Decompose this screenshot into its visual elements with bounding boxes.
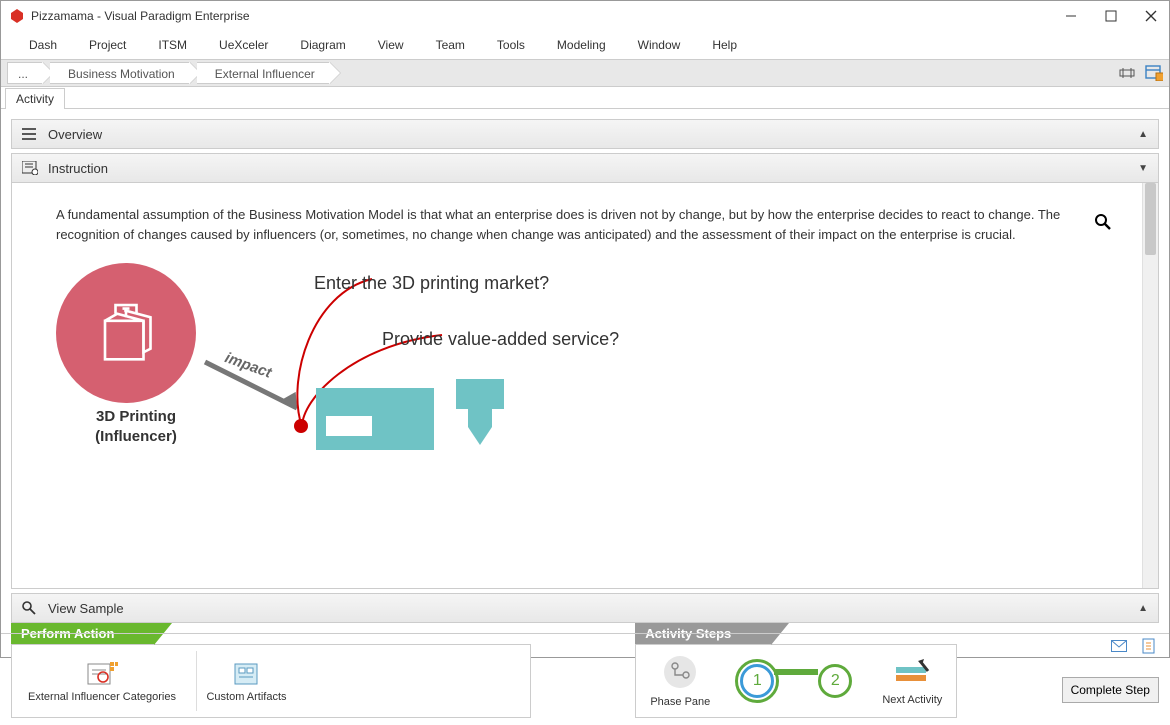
funnel-icon xyxy=(456,379,504,449)
menu-project[interactable]: Project xyxy=(73,34,142,56)
steps-icons: 1 2 xyxy=(732,664,860,698)
menubar: Dash Project ITSM UeXceler Diagram View … xyxy=(1,31,1169,59)
instruction-icon xyxy=(22,161,40,175)
statusbar xyxy=(1,633,1169,657)
menu-itsm[interactable]: ITSM xyxy=(142,34,203,56)
instruction-diagram: 3D Printing (Influencer) impact Enter th… xyxy=(56,263,1098,463)
collapse-arrow-icon: ▲ xyxy=(1138,603,1148,614)
search-icon xyxy=(22,601,40,615)
magnify-icon[interactable] xyxy=(1094,213,1112,236)
content-area: Overview ▲ Instruction ▼ A fundamental a… xyxy=(1,109,1169,623)
collapse-arrow-icon: ▲ xyxy=(1138,129,1148,140)
tab-row: Activity xyxy=(1,87,1169,109)
action-external-influencer-categories[interactable]: External Influencer Categories xyxy=(22,660,182,703)
menu-uexceler[interactable]: UeXceler xyxy=(203,34,284,56)
step-1-button[interactable]: 1 xyxy=(740,664,774,698)
minimize-button[interactable] xyxy=(1061,6,1081,26)
instruction-text: A fundamental assumption of the Business… xyxy=(56,205,1098,245)
app-logo-icon xyxy=(9,8,25,24)
maximize-button[interactable] xyxy=(1101,6,1121,26)
close-button[interactable] xyxy=(1141,6,1161,26)
next-activity-button[interactable]: Next Activity xyxy=(874,657,950,706)
phase-pane-label: Phase Pane xyxy=(650,696,710,708)
scrollbar-thumb[interactable] xyxy=(1145,183,1156,255)
complete-step-button[interactable]: Complete Step xyxy=(1062,677,1159,703)
menu-team[interactable]: Team xyxy=(420,34,481,56)
action-label-1: External Influencer Categories xyxy=(28,691,176,703)
menu-dash[interactable]: Dash xyxy=(13,34,73,56)
phase-pane-icon xyxy=(662,655,698,692)
categories-icon xyxy=(86,660,118,688)
breadcrumb-bar: ... Business Motivation External Influen… xyxy=(1,59,1169,87)
question-2: Provide value-added service? xyxy=(382,329,619,350)
tool-icon-1[interactable] xyxy=(1119,64,1137,82)
breadcrumb-root[interactable]: ... xyxy=(7,62,42,84)
mail-icon[interactable] xyxy=(1111,638,1127,654)
menu-view[interactable]: View xyxy=(362,34,420,56)
action-custom-artifacts[interactable]: Custom Artifacts xyxy=(196,651,296,711)
hamburger-icon xyxy=(22,128,40,140)
next-activity-label: Next Activity xyxy=(882,694,942,706)
breadcrumb-external-influencer[interactable]: External Influencer xyxy=(197,62,329,84)
next-activity-icon xyxy=(892,657,932,690)
breadcrumb-business-motivation[interactable]: Business Motivation xyxy=(50,62,189,84)
panel-view-sample-header[interactable]: View Sample ▲ xyxy=(11,593,1159,623)
machine-icon xyxy=(316,388,434,450)
tab-activity[interactable]: Activity xyxy=(5,88,65,109)
document-icon[interactable] xyxy=(1141,638,1157,654)
menu-tools[interactable]: Tools xyxy=(481,34,541,56)
menu-diagram[interactable]: Diagram xyxy=(284,34,361,56)
question-1: Enter the 3D printing market? xyxy=(314,273,549,294)
menu-window[interactable]: Window xyxy=(622,34,697,56)
step-connector xyxy=(774,669,818,675)
influencer-label: 3D Printing (Influencer) xyxy=(56,403,216,446)
panel-instruction-title: Instruction xyxy=(48,161,108,176)
influencer-circle-icon xyxy=(56,263,196,403)
step-2-button[interactable]: 2 xyxy=(818,664,852,698)
panel-view-sample-title: View Sample xyxy=(48,601,124,616)
artifacts-icon xyxy=(231,660,263,688)
action-label-2: Custom Artifacts xyxy=(206,691,286,703)
scrollbar[interactable] xyxy=(1142,183,1158,588)
panel-overview-header[interactable]: Overview ▲ xyxy=(11,119,1159,149)
menu-help[interactable]: Help xyxy=(696,34,753,56)
window-title: Pizzamama - Visual Paradigm Enterprise xyxy=(31,9,1061,23)
instruction-content: A fundamental assumption of the Business… xyxy=(12,183,1142,588)
panel-overview-title: Overview xyxy=(48,127,102,142)
phase-pane-button[interactable]: Phase Pane xyxy=(642,655,718,708)
tool-icon-2[interactable] xyxy=(1145,64,1163,82)
panel-instruction-body: A fundamental assumption of the Business… xyxy=(11,183,1159,589)
menu-modeling[interactable]: Modeling xyxy=(541,34,622,56)
titlebar: Pizzamama - Visual Paradigm Enterprise xyxy=(1,1,1169,31)
panel-instruction-header[interactable]: Instruction ▼ xyxy=(11,153,1159,183)
expand-arrow-icon: ▼ xyxy=(1138,163,1148,174)
